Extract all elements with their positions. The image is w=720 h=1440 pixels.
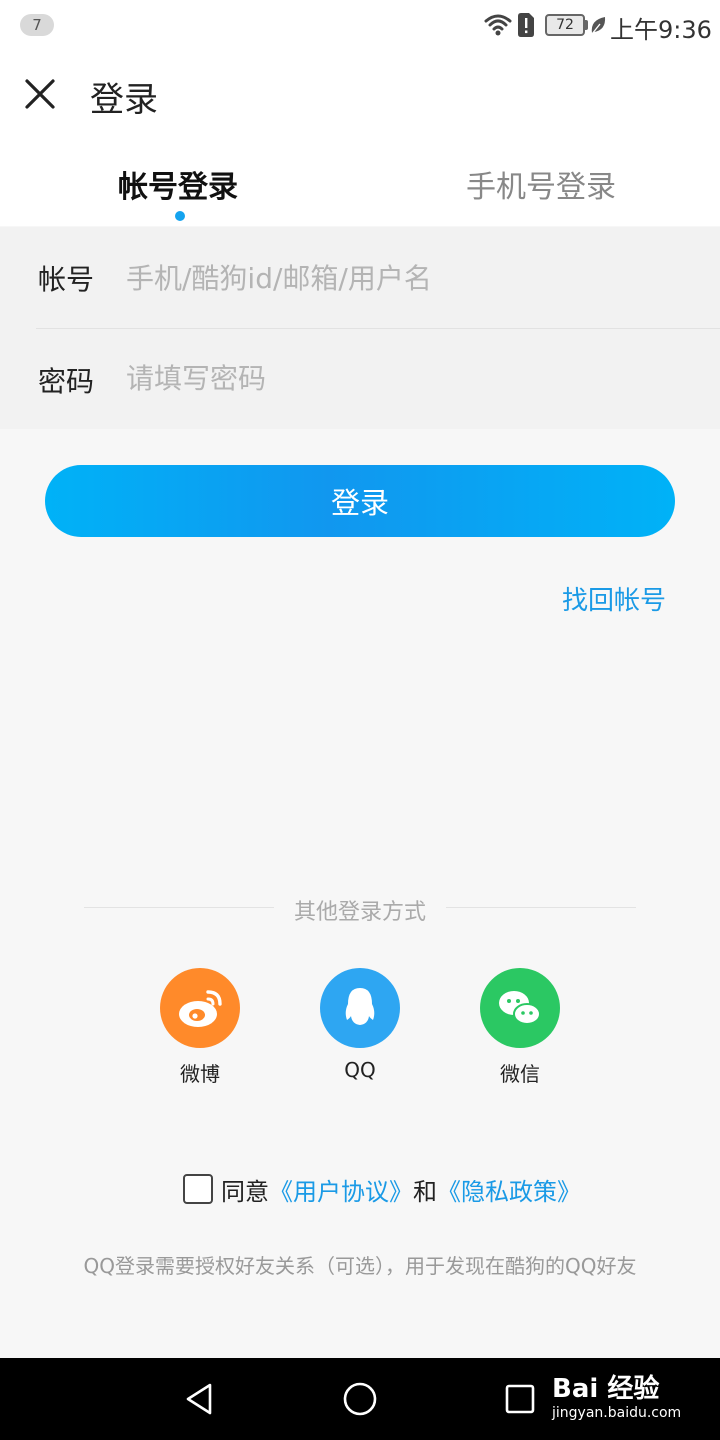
watermark-brand: Bai 经验 (552, 1374, 660, 1404)
agreement-prefix: 同意 (221, 1178, 269, 1206)
close-icon[interactable] (22, 76, 58, 112)
weibo-label: 微博 (180, 1062, 220, 1086)
recover-account-link[interactable]: 找回帐号 (562, 580, 666, 617)
battery-tip (585, 20, 588, 30)
form-divider (36, 328, 720, 329)
battery-icon: 72 (545, 14, 585, 36)
password-label: 密码 (38, 365, 95, 398)
watermark-url: jingyan.baidu.com (552, 1405, 682, 1421)
tab-phone-login[interactable]: 手机号登录 (466, 162, 616, 206)
other-login-divider-right (446, 907, 636, 908)
tab-account-login[interactable]: 帐号登录 (118, 162, 238, 206)
status-time: 上午9:36 (610, 16, 712, 44)
sim-alert-icon (518, 13, 534, 37)
wechat-login-button[interactable] (480, 968, 560, 1048)
weibo-login-button[interactable] (160, 968, 240, 1048)
password-input[interactable] (126, 348, 686, 408)
page-title: 登录 (90, 80, 158, 120)
back-icon[interactable] (184, 1383, 216, 1415)
recent-apps-icon[interactable] (505, 1384, 535, 1414)
wifi-icon (484, 14, 512, 36)
qq-permission-note: QQ登录需要授权好友关系（可选），用于发现在酷狗的QQ好友 (83, 1254, 637, 1278)
leaf-icon (591, 17, 606, 35)
privacy-policy-link[interactable]: 《隐私政策》 (437, 1178, 581, 1206)
qq-login-button[interactable] (320, 968, 400, 1048)
qq-label: QQ (344, 1058, 376, 1082)
agreement-text: 同意《用户协议》和《隐私政策》 (221, 1172, 581, 1207)
home-icon[interactable] (343, 1382, 377, 1416)
weibo-icon (179, 990, 222, 1027)
agreement-checkbox[interactable] (183, 1174, 213, 1204)
user-agreement-link[interactable]: 《用户协议》 (269, 1178, 413, 1206)
wechat-label: 微信 (500, 1062, 540, 1086)
other-login-divider-left (84, 907, 274, 908)
other-login-title: 其他登录方式 (293, 900, 426, 925)
account-label: 帐号 (38, 263, 95, 296)
account-input[interactable] (126, 248, 686, 308)
login-button[interactable]: 登录 (45, 465, 675, 537)
agreement-and: 和 (413, 1178, 437, 1206)
notification-count-badge: 7 (20, 14, 54, 36)
qq-icon (345, 988, 375, 1025)
active-tab-indicator (175, 211, 185, 221)
wechat-icon (499, 991, 541, 1025)
